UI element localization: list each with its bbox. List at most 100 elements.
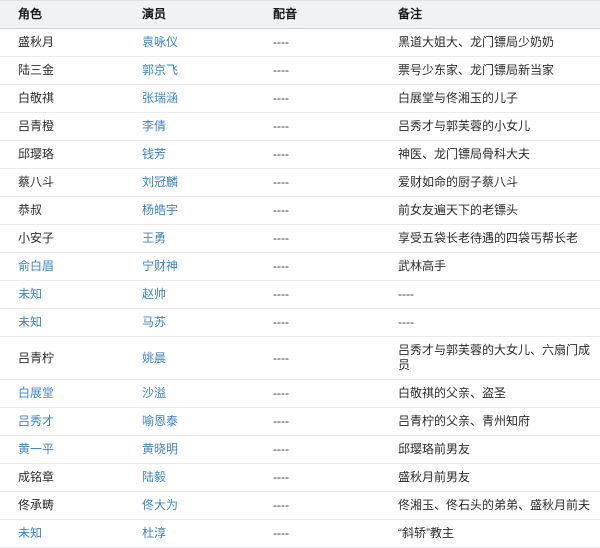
note-text: 武林高手 (398, 259, 446, 273)
role-link[interactable]: 吕秀才 (18, 414, 54, 428)
actor-link[interactable]: 李倩 (142, 119, 166, 133)
actor-cell: 佟大为 (124, 492, 255, 520)
dub-cell: ---- (255, 492, 380, 520)
column-header-dub: 配音 (255, 1, 380, 29)
cast-table-body: 盛秋月 袁咏仪 ---- 黑道大姐大、龙门镖局少奶奶 陆三金 郭京飞 ---- … (0, 29, 600, 548)
actor-link[interactable]: 杨皓宇 (142, 203, 178, 217)
actor-link[interactable]: 郭京飞 (142, 63, 178, 77)
dub-cell: ---- (255, 436, 380, 464)
dub-placeholder: ---- (273, 231, 289, 245)
table-row: 黄一平 黄晓明 ---- 邱璎珞前男友 (0, 436, 600, 464)
dub-cell: ---- (255, 337, 380, 380)
dub-placeholder: ---- (273, 351, 289, 365)
table-row: 佟承畴 佟大为 ---- 佟湘玉、佟石头的弟弟、盛秋月前夫 (0, 492, 600, 520)
actor-link[interactable]: 沙溢 (142, 386, 166, 400)
actor-cell: 马苏 (124, 309, 255, 337)
actor-link[interactable]: 张瑞涵 (142, 91, 178, 105)
actor-link[interactable]: 袁咏仪 (142, 35, 178, 49)
note-text: 黑道大姐大、龙门镖局少奶奶 (398, 35, 554, 49)
dub-cell: ---- (255, 57, 380, 85)
actor-cell: 刘冠麟 (124, 169, 255, 197)
role-link[interactable]: 俞白眉 (18, 259, 54, 273)
actor-link[interactable]: 王勇 (142, 231, 166, 245)
table-row: 恭叔 杨皓宇 ---- 前女友遍天下的老镖头 (0, 197, 600, 225)
dub-placeholder: ---- (273, 498, 289, 512)
dub-placeholder: ---- (273, 315, 289, 329)
note-text: 吕青柠的父亲、青州知府 (398, 414, 530, 428)
actor-link[interactable]: 杜淳 (142, 526, 166, 540)
role-link[interactable]: 白展堂 (18, 386, 54, 400)
role-text: 邱璎珞 (18, 147, 54, 161)
table-row: 未知 杜淳 ---- “斜轿”教主 (0, 520, 600, 548)
note-text: 吕秀才与郭芙蓉的小女儿 (398, 119, 530, 133)
note-text: ---- (398, 315, 414, 329)
actor-link[interactable]: 刘冠麟 (142, 175, 178, 189)
table-row: 成铭章 陆毅 ---- 盛秋月前男友 (0, 464, 600, 492)
note-cell: 白展堂与佟湘玉的儿子 (380, 85, 600, 113)
note-text: 白敬祺的父亲、盗圣 (398, 386, 506, 400)
dub-cell: ---- (255, 520, 380, 548)
actor-cell: 沙溢 (124, 380, 255, 408)
role-link[interactable]: 未知 (18, 315, 42, 329)
dub-cell: ---- (255, 309, 380, 337)
role-text: 白敬祺 (18, 91, 54, 105)
role-text: 恭叔 (18, 203, 42, 217)
role-cell: 盛秋月 (0, 29, 124, 57)
cast-table: 角色 演员 配音 备注 盛秋月 袁咏仪 ---- 黑道大姐大、龙门镖局少奶奶 陆… (0, 0, 600, 548)
dub-cell: ---- (255, 197, 380, 225)
role-cell: 佟承畴 (0, 492, 124, 520)
note-cell: 前女友遍天下的老镖头 (380, 197, 600, 225)
actor-cell: 李倩 (124, 113, 255, 141)
column-header-actor: 演员 (124, 1, 255, 29)
note-cell: 吕秀才与郭芙蓉的小女儿 (380, 113, 600, 141)
note-text: 爱财如命的厨子蔡八斗 (398, 175, 518, 189)
role-cell: 未知 (0, 309, 124, 337)
role-text: 吕青橙 (18, 119, 54, 133)
actor-cell: 钱芳 (124, 141, 255, 169)
role-text: 陆三金 (18, 63, 54, 77)
actor-cell: 喻恩泰 (124, 408, 255, 436)
dub-cell: ---- (255, 113, 380, 141)
dub-placeholder: ---- (273, 287, 289, 301)
role-text: 成铭章 (18, 470, 54, 484)
actor-link[interactable]: 姚晨 (142, 351, 166, 365)
dub-cell: ---- (255, 408, 380, 436)
column-header-role: 角色 (0, 1, 124, 29)
note-cell: 佟湘玉、佟石头的弟弟、盛秋月前夫 (380, 492, 600, 520)
role-text: 蔡八斗 (18, 175, 54, 189)
role-cell: 未知 (0, 520, 124, 548)
note-cell: 武林高手 (380, 253, 600, 281)
table-row: 白展堂 沙溢 ---- 白敬祺的父亲、盗圣 (0, 380, 600, 408)
note-text: 票号少东家、龙门镖局新当家 (398, 63, 554, 77)
table-row: 俞白眉 宁财神 ---- 武林高手 (0, 253, 600, 281)
note-cell: “斜轿”教主 (380, 520, 600, 548)
dub-placeholder: ---- (273, 175, 289, 189)
role-cell: 俞白眉 (0, 253, 124, 281)
role-cell: 吕青柠 (0, 337, 124, 380)
actor-link[interactable]: 钱芳 (142, 147, 166, 161)
role-cell: 白展堂 (0, 380, 124, 408)
actor-cell: 黄晓明 (124, 436, 255, 464)
actor-link[interactable]: 黄晓明 (142, 442, 178, 456)
actor-cell: 郭京飞 (124, 57, 255, 85)
table-row: 未知 马苏 ---- ---- (0, 309, 600, 337)
actor-link[interactable]: 马苏 (142, 315, 166, 329)
note-cell: ---- (380, 281, 600, 309)
role-cell: 蔡八斗 (0, 169, 124, 197)
actor-link[interactable]: 宁财神 (142, 259, 178, 273)
actor-cell: 宁财神 (124, 253, 255, 281)
actor-link[interactable]: 喻恩泰 (142, 414, 178, 428)
actor-link[interactable]: 赵帅 (142, 287, 166, 301)
dub-cell: ---- (255, 85, 380, 113)
note-cell: 吕秀才与郭芙蓉的大女儿、六扇门成员 (380, 337, 600, 380)
note-cell: 白敬祺的父亲、盗圣 (380, 380, 600, 408)
note-text: 佟湘玉、佟石头的弟弟、盛秋月前夫 (398, 498, 590, 512)
role-cell: 恭叔 (0, 197, 124, 225)
role-link[interactable]: 未知 (18, 526, 42, 540)
dub-placeholder: ---- (273, 35, 289, 49)
actor-link[interactable]: 佟大为 (142, 498, 178, 512)
role-link[interactable]: 黄一平 (18, 442, 54, 456)
actor-link[interactable]: 陆毅 (142, 470, 166, 484)
header-row: 角色 演员 配音 备注 (0, 1, 600, 29)
role-link[interactable]: 未知 (18, 287, 42, 301)
